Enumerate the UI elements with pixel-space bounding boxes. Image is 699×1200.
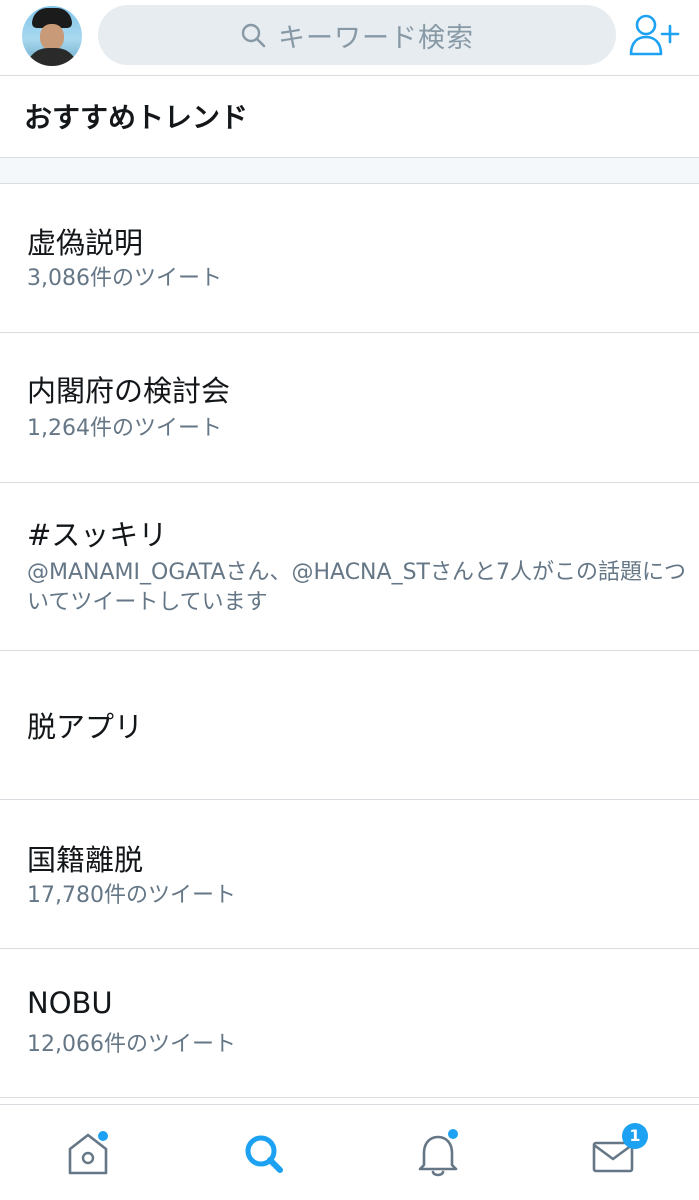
- trend-item[interactable]: 国籍離脱 17,780件のツイート: [0, 801, 699, 949]
- tab-messages[interactable]: 1: [586, 1123, 648, 1183]
- tab-explore[interactable]: [236, 1123, 296, 1183]
- trend-name: 内閣府の検討会: [27, 374, 231, 408]
- trend-item[interactable]: 虚偽説明 3,086件のツイート: [0, 184, 699, 333]
- avatar-body: [26, 48, 78, 66]
- trend-tweet-count: 17,780件のツイート: [27, 883, 236, 908]
- home-icon: [68, 1133, 108, 1175]
- trend-item[interactable]: NOBU 12,066件のツイート: [0, 950, 699, 1098]
- trend-name: #スッキリ: [27, 518, 168, 552]
- avatar[interactable]: [22, 6, 82, 66]
- trend-tweet-count: 3,086件のツイート: [27, 266, 222, 291]
- trend-name: NOBU: [27, 986, 113, 1020]
- trend-name: 国籍離脱: [27, 843, 144, 877]
- explore-screen: キーワード検索 おすすめトレンド 虚偽説明 3,086件のツイート 内閣府の検討…: [0, 0, 699, 1200]
- notifications-new-indicator: [448, 1129, 458, 1139]
- tab-notifications[interactable]: [410, 1123, 470, 1183]
- trend-name: 脱アプリ: [27, 710, 144, 744]
- tab-bar: 1: [0, 1104, 699, 1200]
- bell-icon: [418, 1135, 458, 1177]
- messages-badge: 1: [622, 1123, 648, 1149]
- trend-item[interactable]: #スッキリ @MANAMI_OGATAさん、@HACNA_STさんと7人がこの話…: [0, 484, 699, 651]
- search-placeholder: キーワード検索: [278, 22, 474, 54]
- trend-tweet-count: 12,066件のツイート: [27, 1032, 236, 1057]
- home-new-indicator: [98, 1131, 108, 1141]
- trend-item[interactable]: 脱アプリ: [0, 652, 699, 800]
- trend-item[interactable]: 内閣府の検討会 1,264件のツイート: [0, 334, 699, 483]
- trend-context: @MANAMI_OGATAさん、@HACNA_STさんと7人がこの話題についてツ…: [27, 560, 686, 615]
- avatar-face: [40, 24, 64, 50]
- trend-tweet-count: 1,264件のツイート: [27, 416, 222, 441]
- search-input[interactable]: キーワード検索: [98, 5, 616, 65]
- section-gap: [0, 158, 699, 183]
- trend-name: 虚偽説明: [27, 226, 144, 260]
- search-icon: [245, 1135, 283, 1173]
- section-title: おすすめトレンド: [24, 101, 249, 134]
- tab-home[interactable]: [60, 1123, 120, 1183]
- add-user-button[interactable]: [628, 12, 680, 58]
- top-bar: キーワード検索: [0, 0, 699, 76]
- search-icon: [241, 23, 266, 48]
